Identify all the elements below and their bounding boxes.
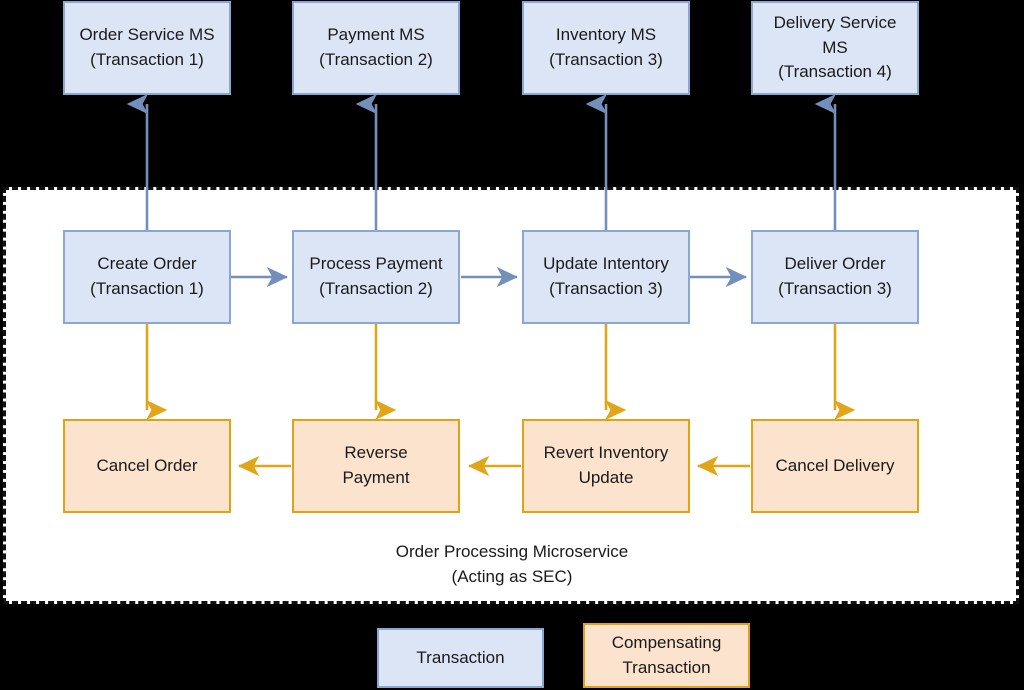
transaction-label: Create Order (Transaction 1) — [90, 254, 204, 298]
microservice-label: Order Service MS (Transaction 1) — [79, 25, 215, 69]
microservice-box-payment-ms[interactable]: Payment MS (Transaction 2) — [292, 1, 460, 95]
transaction-box-deliver-order[interactable]: Deliver Order (Transaction 3) — [751, 230, 919, 324]
legend-swatch-compensating-transaction[interactable]: Compensating Transaction — [583, 623, 750, 688]
transaction-label: Update Intentory (Transaction 3) — [543, 254, 669, 298]
microservice-label: Delivery Service MS (Transaction 4) — [773, 13, 897, 82]
compensating-transaction-box-revert-inventory-update[interactable]: Revert Inventory Update — [522, 419, 690, 513]
legend-label-compensating-transaction: Compensating Transaction — [611, 632, 722, 677]
compensating-transaction-label: Reverse Payment — [342, 443, 410, 487]
microservice-box-order-service-ms[interactable]: Order Service MS (Transaction 1) — [63, 1, 231, 95]
microservice-label: Payment MS (Transaction 2) — [319, 25, 433, 69]
compensating-transaction-box-cancel-order[interactable]: Cancel Order — [63, 419, 231, 513]
diagram-canvas: Order Service MS (Transaction 1) Payment… — [0, 0, 1024, 690]
transaction-label: Process Payment (Transaction 2) — [309, 254, 443, 298]
compensating-transaction-label: Cancel Order — [96, 455, 198, 475]
compensating-transaction-box-cancel-delivery[interactable]: Cancel Delivery — [751, 419, 919, 513]
legend-label-transaction: Transaction — [416, 647, 505, 667]
compensating-transaction-label: Cancel Delivery — [775, 455, 895, 475]
transaction-label: Deliver Order (Transaction 3) — [778, 254, 892, 298]
transaction-box-process-payment[interactable]: Process Payment (Transaction 2) — [292, 230, 460, 324]
microservice-box-inventory-ms[interactable]: Inventory MS (Transaction 3) — [522, 1, 690, 95]
transaction-box-update-inventory[interactable]: Update Intentory (Transaction 3) — [522, 230, 690, 324]
compensating-transaction-label: Revert Inventory Update — [543, 443, 669, 487]
container-caption: Order Processing Microservice (Acting as… — [395, 542, 629, 586]
microservice-label: Inventory MS (Transaction 3) — [549, 25, 663, 69]
compensating-transaction-box-reverse-payment[interactable]: Reverse Payment — [292, 419, 460, 513]
microservice-box-delivery-service-ms[interactable]: Delivery Service MS (Transaction 4) — [751, 1, 919, 95]
transaction-box-create-order[interactable]: Create Order (Transaction 1) — [63, 230, 231, 324]
legend-swatch-transaction[interactable]: Transaction — [377, 628, 544, 688]
